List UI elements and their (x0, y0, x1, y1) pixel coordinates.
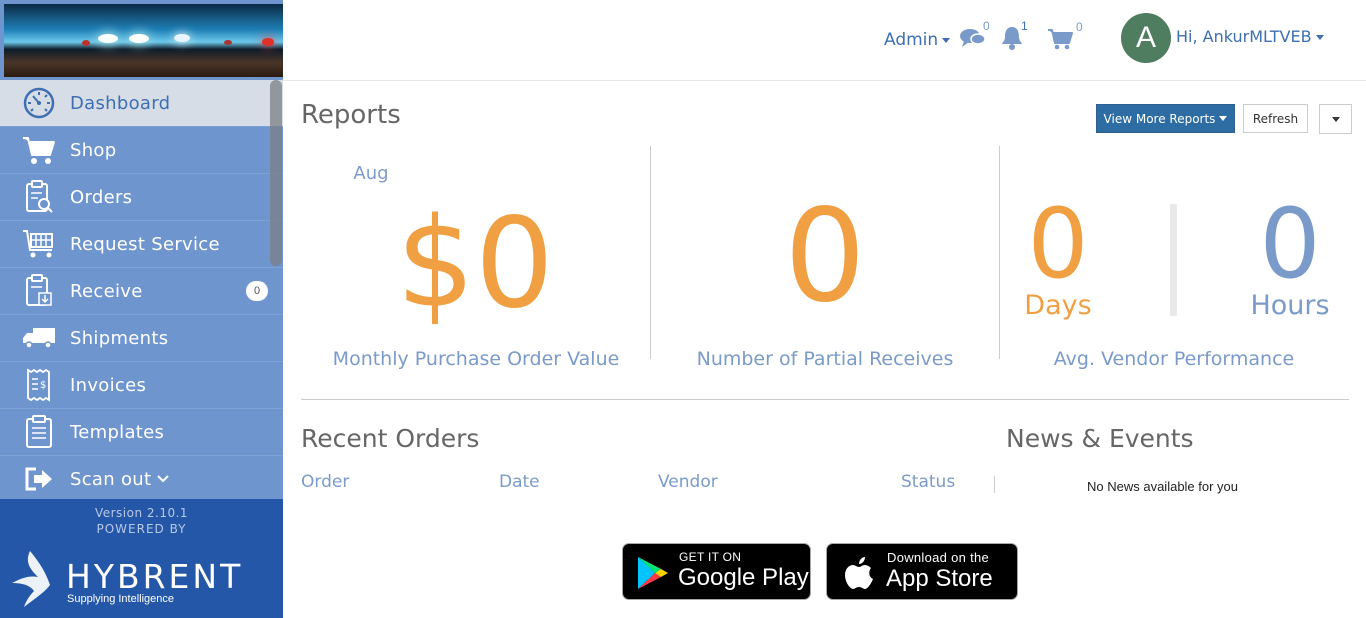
column-header-date[interactable]: Date (499, 472, 540, 492)
days-hours-separator (1170, 204, 1177, 316)
google-play-badge[interactable]: GET IT ON Google Play (622, 543, 811, 600)
google-play-text: Google Play (678, 564, 809, 591)
vendor-hours-unit: Hours (1250, 290, 1330, 321)
clipboard-list-icon (22, 415, 56, 449)
news-events-title: News & Events (1006, 424, 1194, 453)
truck-icon (22, 321, 56, 355)
stat-divider (650, 146, 651, 359)
google-play-small-text: GET IT ON (679, 550, 742, 564)
caret-down-icon (1315, 35, 1324, 40)
page-title: Reports (301, 100, 401, 130)
app-store-small-text: Download on the (887, 550, 990, 565)
sidebar-item-receive[interactable]: Receive 0 (0, 268, 283, 315)
shopping-cart-icon (22, 133, 56, 167)
stat-divider (999, 146, 1000, 359)
view-more-reports-label: View More Reports (1103, 111, 1216, 126)
app-store-badge[interactable]: Download on the App Store (826, 543, 1018, 600)
vendor-days-unit: Days (1024, 290, 1092, 321)
app-store-text: App Store (886, 565, 993, 592)
partial-receives-value: 0 (784, 182, 866, 331)
sidebar-item-request-service[interactable]: Request Service (0, 221, 283, 268)
column-header-order[interactable]: Order (301, 472, 349, 492)
clipboard-download-icon (22, 274, 56, 308)
sidebar-item-label: Scan out (70, 468, 152, 490)
sidebar-nav: Dashboard Shop Orders Request Service Re… (0, 80, 283, 503)
sidebar-item-label: Templates (70, 421, 165, 443)
sidebar-item-dashboard[interactable]: Dashboard (0, 80, 283, 127)
brand-name: HYBRENT (66, 557, 244, 596)
vendor-hours-value: 0 (1259, 188, 1321, 300)
apple-icon (845, 557, 873, 589)
user-greeting: Hi, AnkurMLTVEB (1176, 27, 1312, 46)
sidebar-footer: Version 2.10.1 POWERED BY HYBRENT Supply… (0, 499, 283, 618)
svg-text:$: $ (40, 380, 46, 391)
chat-count: 0 (983, 19, 990, 33)
recent-orders-title: Recent Orders (301, 424, 480, 453)
monthly-purchase-label: Monthly Purchase Order Value (332, 348, 620, 370)
column-divider (994, 476, 995, 493)
sidebar-item-label: Shop (70, 139, 117, 161)
notification-count: 1 (1021, 19, 1028, 33)
sidebar-item-label: Dashboard (70, 92, 171, 114)
hybrent-logo: HYBRENT Supplying Intelligence (10, 549, 260, 609)
sidebar-item-shipments[interactable]: Shipments (0, 315, 283, 362)
sign-out-icon (22, 462, 56, 496)
chevron-down-icon (157, 470, 170, 488)
header-banner-image (4, 4, 283, 77)
version-text: Version 2.10.1 (94, 506, 189, 520)
admin-label: Admin (884, 30, 939, 50)
avatar[interactable]: A (1121, 13, 1171, 63)
sidebar-item-label: Request Service (70, 233, 220, 255)
monthly-purchase-value: $0 (396, 192, 554, 336)
sidebar-item-label: Orders (70, 186, 133, 208)
report-month: Aug (353, 163, 389, 184)
hybrent-bird-icon (12, 551, 50, 607)
receive-count-badge: 0 (246, 281, 268, 301)
sidebar-item-label: Invoices (70, 374, 147, 396)
invoice-receipt-icon: $ (22, 368, 56, 402)
dashboard-gauge-icon (22, 86, 56, 120)
powered-by-text: POWERED BY (96, 522, 187, 536)
vendor-performance-label: Avg. Vendor Performance (1053, 348, 1295, 370)
caret-down-icon (1331, 116, 1340, 122)
no-news-message: No News available for you (1087, 479, 1239, 494)
top-navbar: Admin 0 1 0 A Hi, AnkurMLTVEB (283, 0, 1366, 81)
caret-down-icon (942, 37, 951, 43)
column-header-vendor[interactable]: Vendor (658, 472, 718, 492)
vendor-days-value: 0 (1027, 188, 1089, 300)
sidebar: Dashboard Shop Orders Request Service Re… (0, 0, 283, 618)
caret-down-icon (1219, 116, 1228, 121)
cart-count: 0 (1076, 20, 1083, 34)
sidebar-item-label: Shipments (70, 327, 169, 349)
view-more-reports-button[interactable]: View More Reports (1096, 104, 1235, 133)
google-play-icon (638, 557, 668, 589)
sidebar-scrollbar[interactable] (270, 80, 282, 266)
column-header-status[interactable]: Status (901, 472, 955, 492)
user-menu-dropdown[interactable]: Hi, AnkurMLTVEB (1176, 27, 1324, 46)
sidebar-item-scan-out[interactable]: Scan out (0, 456, 283, 503)
sidebar-item-orders[interactable]: Orders (0, 174, 283, 221)
service-cart-icon (22, 227, 56, 261)
clipboard-search-icon (22, 180, 56, 214)
brand-tagline: Supplying Intelligence (67, 593, 175, 605)
refresh-label: Refresh (1252, 111, 1299, 126)
admin-dropdown[interactable]: Admin (884, 30, 951, 50)
section-divider (301, 399, 1349, 400)
sidebar-item-invoices[interactable]: $ Invoices (0, 362, 283, 409)
partial-receives-label: Number of Partial Receives (696, 348, 954, 370)
sidebar-item-shop[interactable]: Shop (0, 127, 283, 174)
sidebar-item-templates[interactable]: Templates (0, 409, 283, 456)
sidebar-item-label: Receive (70, 280, 143, 302)
refresh-button[interactable]: Refresh (1243, 104, 1308, 133)
options-dropdown-button[interactable] (1319, 104, 1352, 134)
cart-icon[interactable] (1047, 28, 1073, 55)
